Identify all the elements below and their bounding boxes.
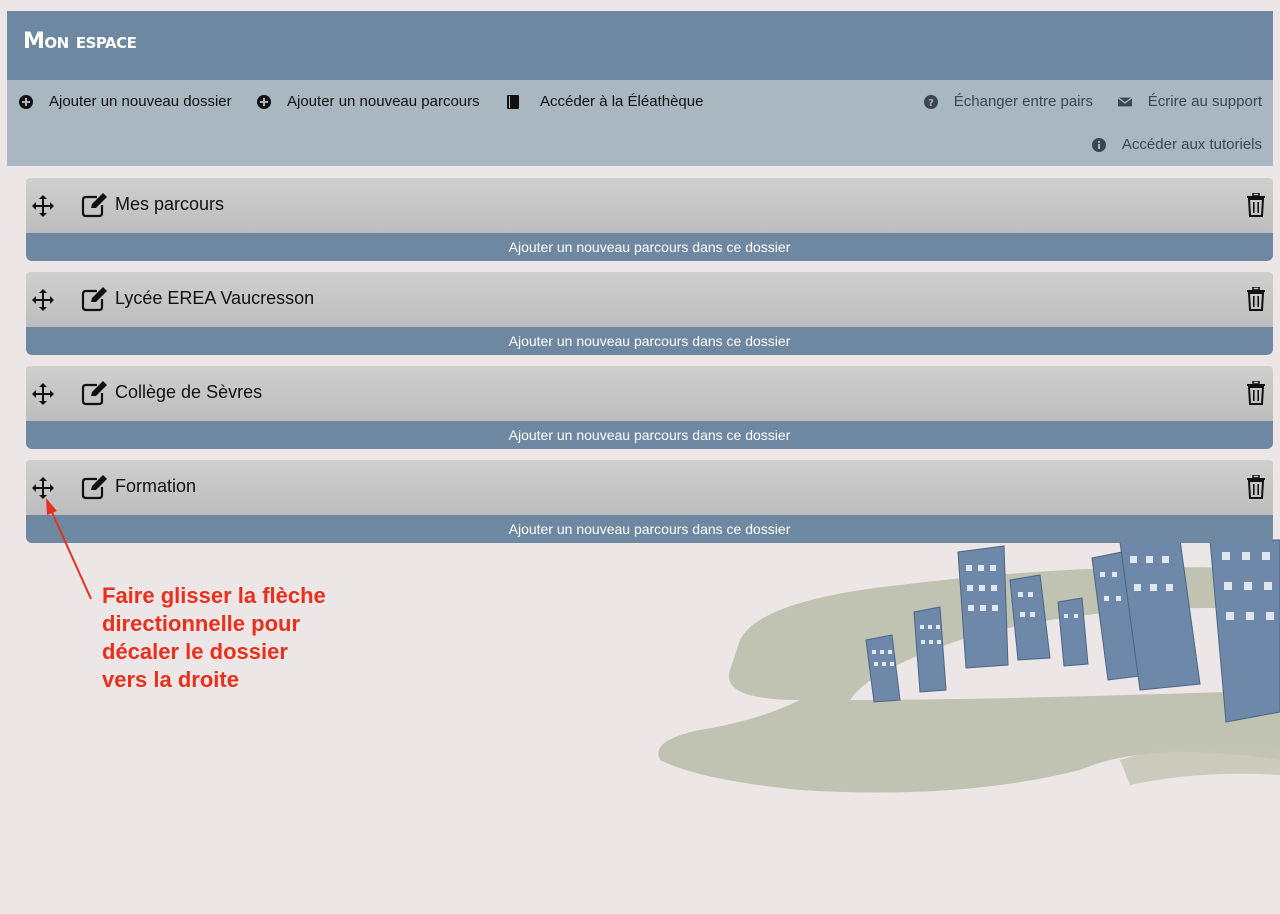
add-folder-link[interactable]: Ajouter un nouveau dossier xyxy=(19,93,232,110)
tutorials-link[interactable]: Accéder aux tutoriels xyxy=(1091,136,1262,153)
move-arrows-icon[interactable] xyxy=(31,194,55,218)
add-course-link[interactable]: Ajouter un nouveau parcours xyxy=(257,93,480,110)
peers-label: Échanger entre pairs xyxy=(953,93,1093,110)
move-arrows-icon[interactable] xyxy=(31,382,55,406)
folder-card: Lycée EREA Vaucresson Ajouter un nouveau… xyxy=(26,272,1273,355)
edit-icon[interactable] xyxy=(81,286,109,312)
header-bar: Mon espace xyxy=(7,11,1273,80)
add-folder-label: Ajouter un nouveau dossier xyxy=(49,93,232,110)
folder-header: Collège de Sèvres xyxy=(26,366,1273,421)
book-icon xyxy=(507,94,519,109)
folder-name: Lycée EREA Vaucresson xyxy=(115,288,315,308)
folder-card: Mes parcours Ajouter un nouveau parcours… xyxy=(26,178,1273,261)
svg-text:?: ? xyxy=(928,98,934,109)
folder-name: Collège de Sèvres xyxy=(115,382,263,402)
edit-icon[interactable] xyxy=(81,474,109,500)
move-arrows-icon[interactable] xyxy=(31,476,55,500)
add-course-in-folder-button[interactable]: Ajouter un nouveau parcours dans ce doss… xyxy=(26,233,1273,261)
question-circle-icon: ? xyxy=(923,94,938,109)
folder-header: Mes parcours xyxy=(26,178,1273,233)
envelope-icon xyxy=(1117,96,1132,106)
folder-name: Mes parcours xyxy=(115,194,225,214)
support-link[interactable]: Écrire au support xyxy=(1117,93,1262,110)
trash-icon[interactable] xyxy=(1246,381,1266,405)
add-course-in-folder-button[interactable]: Ajouter un nouveau parcours dans ce doss… xyxy=(26,515,1273,543)
add-course-in-folder-button[interactable]: Ajouter un nouveau parcours dans ce doss… xyxy=(26,421,1273,449)
folder-name: Formation xyxy=(115,476,197,496)
add-course-in-folder-button[interactable]: Ajouter un nouveau parcours dans ce doss… xyxy=(26,327,1273,355)
page: Mon espace Ajouter un nouveau dossier Aj… xyxy=(0,0,1280,914)
library-label: Accéder à la Éléathèque xyxy=(540,93,704,110)
folder-card: Formation Ajouter un nouveau parcours da… xyxy=(26,460,1273,543)
tutorials-label: Accéder aux tutoriels xyxy=(1121,136,1262,153)
add-course-label: Ajouter un nouveau parcours xyxy=(287,93,480,110)
folder-header: Lycée EREA Vaucresson xyxy=(26,272,1273,327)
trash-icon[interactable] xyxy=(1246,287,1266,311)
edit-icon[interactable] xyxy=(81,192,109,218)
folder-card: Collège de Sèvres Ajouter un nouveau par… xyxy=(26,366,1273,449)
annotation-text: Faire glisser la flèche directionnelle p… xyxy=(102,583,326,692)
info-circle-icon xyxy=(1091,137,1106,152)
trash-icon[interactable] xyxy=(1246,193,1266,217)
move-arrows-icon[interactable] xyxy=(31,288,55,312)
edit-icon[interactable] xyxy=(81,380,109,406)
plus-circle-icon xyxy=(257,94,271,109)
plus-circle-icon xyxy=(19,94,33,109)
library-link[interactable]: Accéder à la Éléathèque xyxy=(506,93,703,110)
toolbar: Ajouter un nouveau dossier Ajouter un no… xyxy=(7,80,1273,166)
folder-header: Formation xyxy=(26,460,1273,515)
support-label: Écrire au support xyxy=(1147,93,1262,110)
trash-icon[interactable] xyxy=(1246,475,1266,499)
page-title: Mon espace xyxy=(23,29,137,54)
peers-link[interactable]: ? Échanger entre pairs xyxy=(923,93,1093,110)
